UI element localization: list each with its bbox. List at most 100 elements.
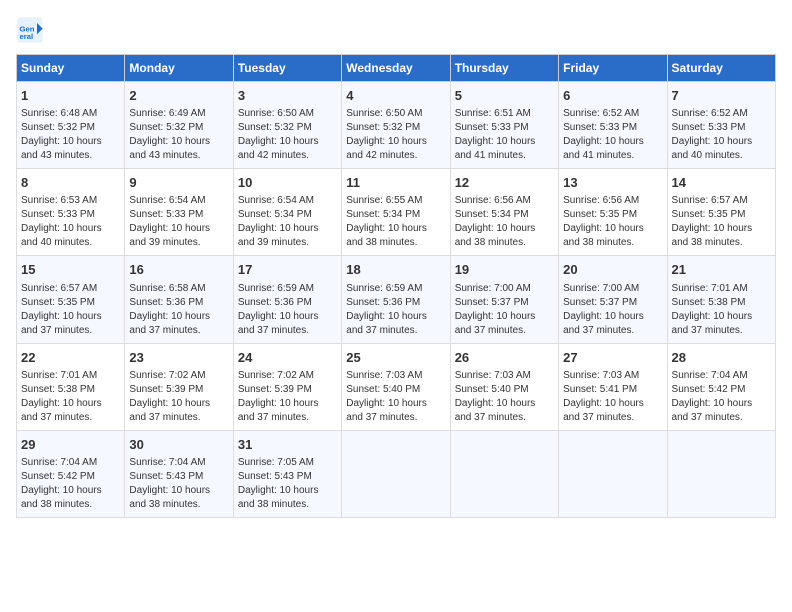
day-number: 27 [563,349,662,367]
week-row-3: 15 Sunrise: 6:57 AM Sunset: 5:35 PM Dayli… [17,256,776,343]
calendar-cell: 10 Sunrise: 6:54 AM Sunset: 5:34 PM Dayli… [233,169,341,256]
day-info: Sunrise: 6:56 AM Sunset: 5:34 PM Dayligh… [455,194,554,250]
day-number: 1 [21,87,120,105]
day-info: Sunrise: 6:54 AM Sunset: 5:33 PM Dayligh… [129,194,228,250]
col-header-wednesday: Wednesday [342,55,450,82]
calendar-cell: 28Sunrise: 7:04 AM Sunset: 5:42 PM Dayli… [667,343,775,430]
calendar-cell: 13Sunrise: 6:56 AM Sunset: 5:35 PM Dayli… [559,169,667,256]
calendar-cell: 19 Sunrise: 7:00 AM Sunset: 5:37 PM Dayli… [450,256,558,343]
calendar-cell: 16 Sunrise: 6:58 AM Sunset: 5:36 PM Dayli… [125,256,233,343]
day-number: 4 [346,87,445,105]
page-header: Gen eral [16,16,776,44]
calendar-cell: 21 Sunrise: 7:01 AM Sunset: 5:38 PM Dayli… [667,256,775,343]
calendar-cell: 3Sunrise: 6:50 AM Sunset: 5:32 PM Daylig… [233,82,341,169]
calendar-cell: 1 Sunrise: 6:48 AM Sunset: 5:32 PM Daylig… [17,82,125,169]
day-info: Sunrise: 6:55 AM Sunset: 5:34 PM Dayligh… [346,194,445,250]
day-number: 20 [563,261,662,279]
day-number: 10 [238,174,337,192]
col-header-thursday: Thursday [450,55,558,82]
day-info: Sunrise: 6:48 AM Sunset: 5:32 PM Dayligh… [21,107,120,163]
day-number: 13 [563,174,662,192]
day-info: Sunrise: 7:03 AM Sunset: 5:40 PM Dayligh… [346,369,445,425]
day-info: Sunrise: 6:59 AM Sunset: 5:36 PM Dayligh… [346,282,445,338]
day-info: Sunrise: 6:52 AM Sunset: 5:33 PM Dayligh… [672,107,771,163]
calendar-header-row: SundayMondayTuesdayWednesdayThursdayFrid… [17,55,776,82]
calendar-cell: 20 Sunrise: 7:00 AM Sunset: 5:37 PM Dayli… [559,256,667,343]
day-number: 9 [129,174,228,192]
calendar-cell: 22 Sunrise: 7:01 AM Sunset: 5:38 PM Dayli… [17,343,125,430]
day-info: Sunrise: 7:03 AM Sunset: 5:41 PM Dayligh… [563,369,662,425]
col-header-sunday: Sunday [17,55,125,82]
day-info: Sunrise: 7:01 AM Sunset: 5:38 PM Dayligh… [672,282,771,338]
calendar-cell: 14 Sunrise: 6:57 AM Sunset: 5:35 PM Dayli… [667,169,775,256]
day-number: 11 [346,174,445,192]
day-number: 16 [129,261,228,279]
calendar-cell: 6Sunrise: 6:52 AM Sunset: 5:33 PM Daylig… [559,82,667,169]
day-info: Sunrise: 6:57 AM Sunset: 5:35 PM Dayligh… [21,282,120,338]
day-number: 31 [238,436,337,454]
day-info: Sunrise: 7:00 AM Sunset: 5:37 PM Dayligh… [455,282,554,338]
day-info: Sunrise: 6:50 AM Sunset: 5:32 PM Dayligh… [346,107,445,163]
calendar-cell [342,430,450,517]
day-number: 18 [346,261,445,279]
calendar-cell: 18 Sunrise: 6:59 AM Sunset: 5:36 PM Dayli… [342,256,450,343]
day-number: 15 [21,261,120,279]
day-info: Sunrise: 6:54 AM Sunset: 5:34 PM Dayligh… [238,194,337,250]
week-row-1: 1 Sunrise: 6:48 AM Sunset: 5:32 PM Daylig… [17,82,776,169]
day-number: 3 [238,87,337,105]
day-number: 25 [346,349,445,367]
day-number: 12 [455,174,554,192]
calendar-table: SundayMondayTuesdayWednesdayThursdayFrid… [16,54,776,518]
calendar-cell: 26 Sunrise: 7:03 AM Sunset: 5:40 PM Dayli… [450,343,558,430]
day-number: 17 [238,261,337,279]
calendar-cell [667,430,775,517]
day-number: 8 [21,174,120,192]
calendar-cell: 12 Sunrise: 6:56 AM Sunset: 5:34 PM Dayli… [450,169,558,256]
calendar-cell: 29Sunrise: 7:04 AM Sunset: 5:42 PM Dayli… [17,430,125,517]
day-info: Sunrise: 6:59 AM Sunset: 5:36 PM Dayligh… [238,282,337,338]
col-header-monday: Monday [125,55,233,82]
week-row-2: 8 Sunrise: 6:53 AM Sunset: 5:33 PM Daylig… [17,169,776,256]
day-info: Sunrise: 7:00 AM Sunset: 5:37 PM Dayligh… [563,282,662,338]
logo-icon: Gen eral [16,16,44,44]
col-header-friday: Friday [559,55,667,82]
day-info: Sunrise: 6:49 AM Sunset: 5:32 PM Dayligh… [129,107,228,163]
day-number: 22 [21,349,120,367]
day-info: Sunrise: 7:04 AM Sunset: 5:43 PM Dayligh… [129,456,228,512]
day-number: 6 [563,87,662,105]
col-header-tuesday: Tuesday [233,55,341,82]
day-info: Sunrise: 7:03 AM Sunset: 5:40 PM Dayligh… [455,369,554,425]
week-row-5: 29Sunrise: 7:04 AM Sunset: 5:42 PM Dayli… [17,430,776,517]
day-number: 14 [672,174,771,192]
day-info: Sunrise: 7:04 AM Sunset: 5:42 PM Dayligh… [21,456,120,512]
day-number: 7 [672,87,771,105]
calendar-cell: 11 Sunrise: 6:55 AM Sunset: 5:34 PM Dayli… [342,169,450,256]
calendar-cell: 25 Sunrise: 7:03 AM Sunset: 5:40 PM Dayli… [342,343,450,430]
calendar-cell: 27 Sunrise: 7:03 AM Sunset: 5:41 PM Dayli… [559,343,667,430]
day-number: 21 [672,261,771,279]
day-info: Sunrise: 6:57 AM Sunset: 5:35 PM Dayligh… [672,194,771,250]
calendar-cell: 24Sunrise: 7:02 AM Sunset: 5:39 PM Dayli… [233,343,341,430]
calendar-cell: 7 Sunrise: 6:52 AM Sunset: 5:33 PM Daylig… [667,82,775,169]
week-row-4: 22 Sunrise: 7:01 AM Sunset: 5:38 PM Dayli… [17,343,776,430]
day-info: Sunrise: 7:01 AM Sunset: 5:38 PM Dayligh… [21,369,120,425]
svg-text:eral: eral [20,32,34,41]
day-info: Sunrise: 7:02 AM Sunset: 5:39 PM Dayligh… [129,369,228,425]
calendar-cell: 31Sunrise: 7:05 AM Sunset: 5:43 PM Dayli… [233,430,341,517]
logo: Gen eral [16,16,49,44]
calendar-cell [450,430,558,517]
calendar-cell: 4 Sunrise: 6:50 AM Sunset: 5:32 PM Daylig… [342,82,450,169]
day-info: Sunrise: 7:04 AM Sunset: 5:42 PM Dayligh… [672,369,771,425]
day-number: 26 [455,349,554,367]
calendar-cell: 2Sunrise: 6:49 AM Sunset: 5:32 PM Daylig… [125,82,233,169]
day-info: Sunrise: 6:58 AM Sunset: 5:36 PM Dayligh… [129,282,228,338]
calendar-cell [559,430,667,517]
calendar-cell: 8 Sunrise: 6:53 AM Sunset: 5:33 PM Daylig… [17,169,125,256]
day-number: 19 [455,261,554,279]
day-number: 5 [455,87,554,105]
calendar-cell: 9 Sunrise: 6:54 AM Sunset: 5:33 PM Daylig… [125,169,233,256]
col-header-saturday: Saturday [667,55,775,82]
day-number: 30 [129,436,228,454]
calendar-cell: 17 Sunrise: 6:59 AM Sunset: 5:36 PM Dayli… [233,256,341,343]
day-info: Sunrise: 6:53 AM Sunset: 5:33 PM Dayligh… [21,194,120,250]
